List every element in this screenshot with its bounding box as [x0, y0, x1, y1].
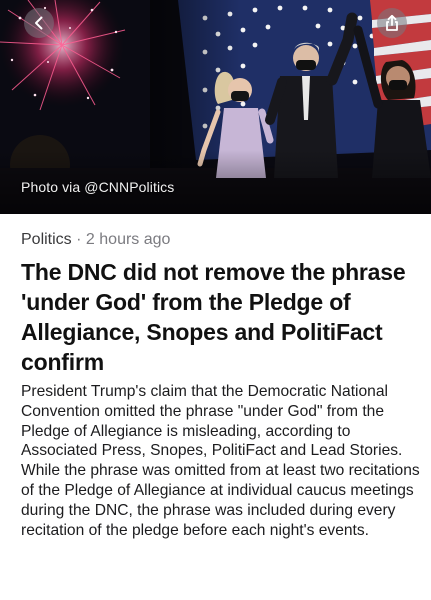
article-timestamp: 2 hours ago — [85, 231, 171, 248]
back-button[interactable] — [24, 8, 54, 38]
share-icon — [386, 14, 398, 31]
article-meta: Politics · 2 hours ago — [21, 231, 170, 249]
article-headline[interactable]: The DNC did not remove the phrase 'under… — [21, 257, 417, 377]
article-category[interactable]: Politics — [21, 231, 72, 248]
chevron-left-icon — [35, 16, 43, 30]
photo-caption: Photo via @CNNPolitics — [21, 179, 175, 195]
meta-separator: · — [76, 231, 82, 248]
hero-photo: Photo via @CNNPolitics — [0, 0, 431, 214]
news-article-screen: Photo via @CNNPolitics Politics · 2 hour… — [0, 0, 431, 600]
share-button[interactable] — [377, 8, 407, 38]
article-summary: President Trump's claim that the Democra… — [21, 383, 420, 539]
